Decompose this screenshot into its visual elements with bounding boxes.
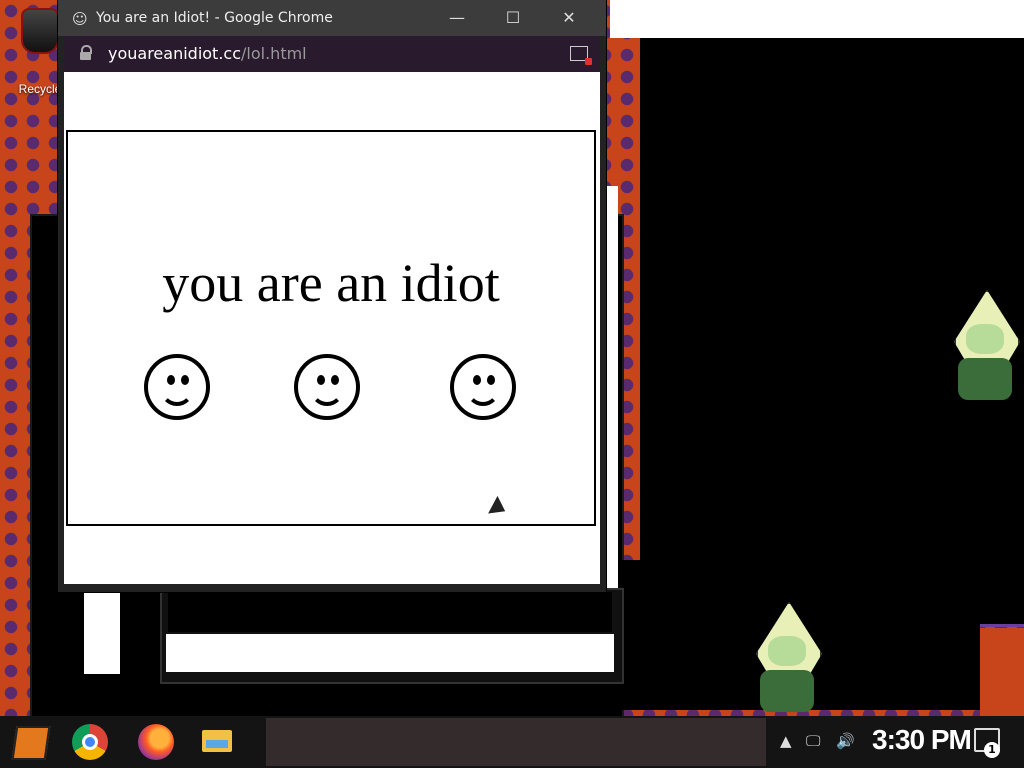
- network-icon[interactable]: 🖵: [806, 732, 820, 750]
- chrome-popup-window[interactable]: ☺ You are an Idiot! - Google Chrome — ☐ …: [58, 0, 606, 592]
- volume-icon[interactable]: 🔊: [836, 732, 855, 750]
- taskbar: ▲ 🖵 🔊 3:30 PM 1: [0, 716, 1024, 768]
- taskbar-window-preview[interactable]: [266, 718, 766, 766]
- lock-icon[interactable]: [80, 45, 92, 60]
- address-bar[interactable]: youareanidiot.cc/lol.html: [64, 36, 600, 72]
- popup-blocked-icon[interactable]: [570, 46, 592, 65]
- desktop-wallpaper-region: [980, 628, 1024, 718]
- background-window-top-strip: [610, 0, 1024, 38]
- notification-count-badge: 1: [984, 742, 1000, 758]
- url-path: /lol.html: [241, 44, 307, 63]
- background-window-content: [84, 590, 124, 674]
- smiley-face-icon: [450, 354, 516, 420]
- smiley-favicon-icon: ☺: [72, 10, 88, 28]
- background-window-content: [168, 592, 612, 632]
- background-window-content: [166, 634, 614, 672]
- start-button-icon[interactable]: [11, 726, 51, 760]
- tray-chevron-icon[interactable]: ▲: [780, 732, 792, 750]
- url-host: youareanidiot.cc: [108, 44, 242, 63]
- wallpaper-character: [742, 602, 832, 712]
- maximize-button[interactable]: ☐: [498, 6, 528, 30]
- window-titlebar[interactable]: ☺ You are an Idiot! - Google Chrome — ☐ …: [58, 0, 606, 36]
- page-headline: you are an idiot: [162, 253, 500, 313]
- url-text[interactable]: youareanidiot.cc/lol.html: [108, 44, 307, 63]
- window-title: You are an Idiot! - Google Chrome: [96, 10, 333, 26]
- page-content: you are an idiot: [64, 72, 600, 584]
- minimize-button[interactable]: —: [442, 6, 472, 30]
- recycle-bin-icon: [21, 8, 59, 54]
- clock[interactable]: 3:30 PM: [872, 724, 972, 756]
- smiley-face-icon: [294, 354, 360, 420]
- close-button[interactable]: ✕: [554, 6, 584, 30]
- firefox-taskbar-icon[interactable]: [138, 724, 174, 760]
- chrome-taskbar-icon[interactable]: [72, 724, 108, 760]
- file-explorer-taskbar-icon[interactable]: [202, 730, 232, 752]
- wallpaper-character: [940, 290, 1024, 400]
- content-frame: you are an idiot: [66, 130, 596, 526]
- smiley-face-icon: [144, 354, 210, 420]
